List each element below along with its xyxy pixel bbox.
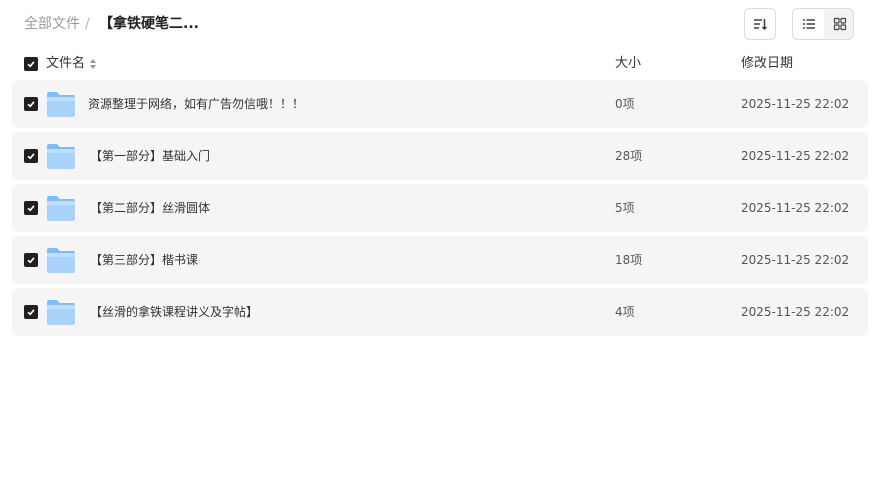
file-size: 18项 [615, 253, 643, 267]
row-checkbox[interactable] [24, 201, 38, 215]
column-header-modified: 修改日期 [741, 56, 794, 71]
table-row[interactable]: 【第二部分】丝滑圆体 5项 2025-11-25 22:02 [12, 184, 868, 232]
breadcrumb-root[interactable]: 全部文件 [24, 15, 80, 33]
breadcrumb-current: 【拿铁硬笔二... [99, 16, 199, 32]
checkmark-icon [27, 101, 35, 108]
row-checkbox[interactable] [24, 149, 38, 163]
file-size: 28项 [615, 149, 643, 163]
file-modified-date: 2025-11-25 22:02 [741, 97, 850, 111]
view-toggle [792, 8, 854, 40]
file-size: 0项 [615, 97, 635, 111]
grid-view-icon [833, 17, 846, 31]
sort-icon [754, 19, 767, 30]
table-row[interactable]: 【第一部分】基础入门 28项 2025-11-25 22:02 [12, 132, 868, 180]
file-size: 5项 [615, 201, 635, 215]
file-list: 资源整理于网络，如有广告勿信哦！！！ 0项 2025-11-25 22:02 【… [12, 80, 868, 340]
file-modified-date: 2025-11-25 22:02 [741, 201, 850, 215]
sort-toggle-icon[interactable] [89, 58, 97, 70]
checkmark-icon [27, 257, 35, 264]
list-view-button[interactable] [793, 9, 824, 39]
file-name[interactable]: 【第二部分】丝滑圆体 [90, 200, 210, 216]
file-size: 4项 [615, 305, 635, 319]
file-name[interactable]: 【第一部分】基础入门 [90, 148, 210, 164]
row-checkbox[interactable] [24, 253, 38, 267]
file-name[interactable]: 【丝滑的拿铁课程讲义及字帖】 [90, 304, 258, 320]
list-view-icon [802, 19, 815, 29]
row-checkbox[interactable] [24, 97, 38, 111]
select-all-checkbox[interactable] [24, 57, 38, 71]
table-row[interactable]: 【第三部分】楷书课 18项 2025-11-25 22:02 [12, 236, 868, 284]
table-header: 文件名 大小 修改日期 [12, 48, 868, 80]
table-row[interactable]: 【丝滑的拿铁课程讲义及字帖】 4项 2025-11-25 22:02 [12, 288, 868, 336]
breadcrumb-separator: / [85, 16, 90, 32]
folder-icon [47, 300, 75, 325]
column-header-name[interactable]: 文件名 [46, 55, 85, 73]
column-header-size: 大小 [615, 56, 642, 71]
folder-icon [47, 248, 75, 273]
sort-button[interactable] [744, 8, 776, 40]
top-bar: 全部文件 / 【拿铁硬笔二... [0, 0, 878, 48]
folder-icon [47, 92, 75, 117]
checkmark-icon [27, 205, 35, 212]
file-name[interactable]: 【第三部分】楷书课 [90, 252, 198, 268]
file-modified-date: 2025-11-25 22:02 [741, 149, 850, 163]
grid-view-button[interactable] [824, 9, 853, 39]
file-modified-date: 2025-11-25 22:02 [741, 305, 850, 319]
checkmark-icon [27, 61, 35, 68]
checkmark-icon [27, 309, 35, 316]
file-modified-date: 2025-11-25 22:02 [741, 253, 850, 267]
checkmark-icon [27, 153, 35, 160]
row-checkbox[interactable] [24, 305, 38, 319]
folder-icon [47, 196, 75, 221]
file-name[interactable]: 资源整理于网络，如有广告勿信哦！！！ [88, 96, 304, 112]
table-row[interactable]: 资源整理于网络，如有广告勿信哦！！！ 0项 2025-11-25 22:02 [12, 80, 868, 128]
folder-icon [47, 144, 75, 169]
